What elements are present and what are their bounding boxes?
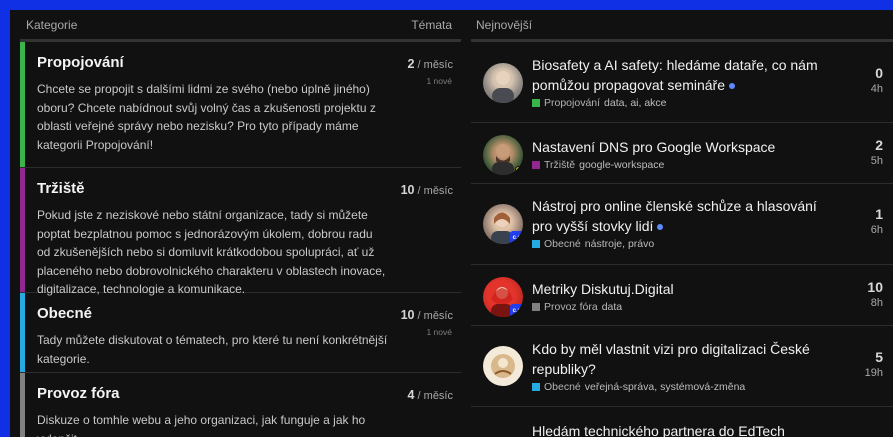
topic-row[interactable]: c.d Nástroj pro online členské schůze a …	[471, 184, 893, 265]
categories-pane: Kategorie Témata Propojování Chcete se p…	[20, 10, 461, 437]
topic-tags[interactable]: data	[602, 301, 622, 313]
category-square-icon	[532, 99, 540, 107]
unread-dot-icon	[657, 224, 664, 231]
reply-count[interactable]: 2	[871, 137, 883, 153]
category-color-bar	[20, 168, 25, 292]
topic-meta: Propojování data, ai, akce	[532, 97, 835, 109]
category-new-count[interactable]: 1 nové	[426, 76, 452, 86]
topic-title[interactable]: Kdo by měl vlastnit vizi pro digitalizac…	[532, 339, 835, 379]
reply-count[interactable]: 1	[871, 206, 883, 222]
status-dot-icon	[515, 166, 522, 173]
category-description: Tady můžete diskutovat o tématech, pro k…	[37, 333, 388, 366]
reply-count[interactable]: 0	[871, 65, 883, 81]
category-square-icon	[532, 161, 540, 169]
category-description: Pokud jste z neziskové nebo státní organ…	[37, 208, 386, 296]
topic-meta: Obecné veřejná-správa, systémová-změna	[532, 381, 835, 393]
user-avatar[interactable]: c.d	[483, 204, 523, 244]
category-title[interactable]: Provoz fóra	[37, 385, 453, 402]
category-new-count[interactable]: 1 nové	[426, 327, 452, 337]
category-topic-count: 10 / měsíc	[400, 183, 453, 197]
topic-row[interactable]: Biosafety a AI safety: hledáme dataře, c…	[471, 42, 893, 123]
category-color-bar	[20, 293, 25, 372]
topic-tags[interactable]: veřejná-správa, systémová-změna	[585, 381, 745, 393]
topic-title[interactable]: Nástroj pro online členské schůze a hlas…	[532, 196, 835, 236]
latest-heading[interactable]: Nejnovější	[476, 18, 532, 32]
topic-stats: 10 8h	[867, 279, 883, 309]
topic-title[interactable]: Hledám technického partnera do EdTech	[532, 421, 835, 437]
user-avatar[interactable]	[483, 135, 523, 175]
latest-pane: Nejnovější Biosafety a AI safety: hledám…	[471, 10, 893, 437]
category-title[interactable]: Obecné	[37, 305, 453, 322]
activity-age[interactable]: 5h	[871, 155, 883, 167]
category-topic-count: 10 / měsíc	[400, 308, 453, 322]
topic-title[interactable]: Metriky Diskutuj.Digital	[532, 279, 835, 299]
category-description: Diskuze o tomhle webu a jeho organizaci,…	[37, 413, 366, 437]
user-avatar[interactable]: c.d	[483, 277, 523, 317]
category-title[interactable]: Propojování	[37, 54, 453, 71]
person-icon	[492, 71, 514, 103]
topic-category[interactable]: Obecné	[544, 381, 581, 393]
activity-age[interactable]: 19h	[865, 367, 883, 379]
forum-frame: Kategorie Témata Propojování Chcete se p…	[10, 10, 893, 437]
user-avatar[interactable]	[483, 346, 523, 386]
topic-title[interactable]: Biosafety a AI safety: hledáme dataře, c…	[532, 55, 835, 95]
activity-age[interactable]: 4h	[871, 83, 883, 95]
reply-count[interactable]: 10	[867, 279, 883, 295]
categories-heading[interactable]: Kategorie	[20, 18, 77, 32]
site-badge-icon: c.d	[510, 231, 523, 244]
topic-row[interactable]: Kdo by měl vlastnit vizi pro digitalizac…	[471, 326, 893, 407]
site-badge-icon: c.d	[510, 304, 523, 317]
topic-category[interactable]: Propojování	[544, 97, 600, 109]
person-icon	[491, 354, 515, 378]
topic-category[interactable]: Provoz fóra	[544, 301, 598, 313]
topic-row[interactable]: Nastavení DNS pro Google Workspace Tržiš…	[471, 123, 893, 184]
category-square-icon	[532, 240, 540, 248]
category-title[interactable]: Tržiště	[37, 180, 453, 197]
activity-age[interactable]: 6h	[871, 224, 883, 236]
topic-title[interactable]: Nastavení DNS pro Google Workspace	[532, 137, 835, 157]
activity-age[interactable]: 8h	[867, 297, 883, 309]
user-avatar[interactable]	[483, 63, 523, 103]
topic-tags[interactable]: google-workspace	[579, 159, 664, 171]
category-propojovani[interactable]: Propojování Chcete se propojit s dalšími…	[20, 42, 461, 168]
categories-header: Kategorie Témata	[20, 10, 461, 42]
category-description: Chcete se propojit s dalšími lidmi ze sv…	[37, 82, 376, 152]
topic-stats: 5 19h	[865, 349, 883, 379]
category-provoz-fora[interactable]: Provoz fóra Diskuze o tomhle webu a jeho…	[20, 373, 461, 437]
unread-dot-icon	[729, 83, 736, 90]
category-color-bar	[20, 42, 25, 167]
category-color-bar	[20, 373, 25, 437]
category-trziste[interactable]: Tržiště Pokud jste z neziskové nebo stát…	[20, 168, 461, 296]
category-topic-count: 4 / měsíc	[407, 388, 453, 402]
topic-stats: 2 5h	[871, 137, 883, 167]
topic-category[interactable]: Obecné	[544, 238, 581, 250]
category-square-icon	[532, 303, 540, 311]
topic-row[interactable]: c.d Metriky Diskutuj.Digital Provoz fóra…	[471, 265, 893, 326]
topic-tags[interactable]: nástroje, právo	[585, 238, 654, 250]
topic-meta: Tržiště google-workspace	[532, 159, 835, 171]
topic-tags[interactable]: data, ai, akce	[604, 97, 666, 109]
latest-header: Nejnovější	[471, 10, 893, 42]
reply-count[interactable]: 5	[865, 349, 883, 365]
topic-meta: Obecné nástroje, právo	[532, 238, 835, 250]
topic-row[interactable]: Hledám technického partnera do EdTech	[471, 407, 893, 437]
category-square-icon	[532, 383, 540, 391]
topic-stats: 1 6h	[871, 206, 883, 236]
topic-meta: Provoz fóra data	[532, 301, 835, 313]
category-topic-count: 2 / měsíc	[407, 57, 453, 71]
topics-column-heading[interactable]: Témata	[411, 18, 461, 32]
topic-category[interactable]: Tržiště	[544, 159, 575, 171]
category-obecne[interactable]: Obecné Tady můžete diskutovat o tématech…	[20, 293, 461, 373]
topic-stats: 0 4h	[871, 65, 883, 95]
